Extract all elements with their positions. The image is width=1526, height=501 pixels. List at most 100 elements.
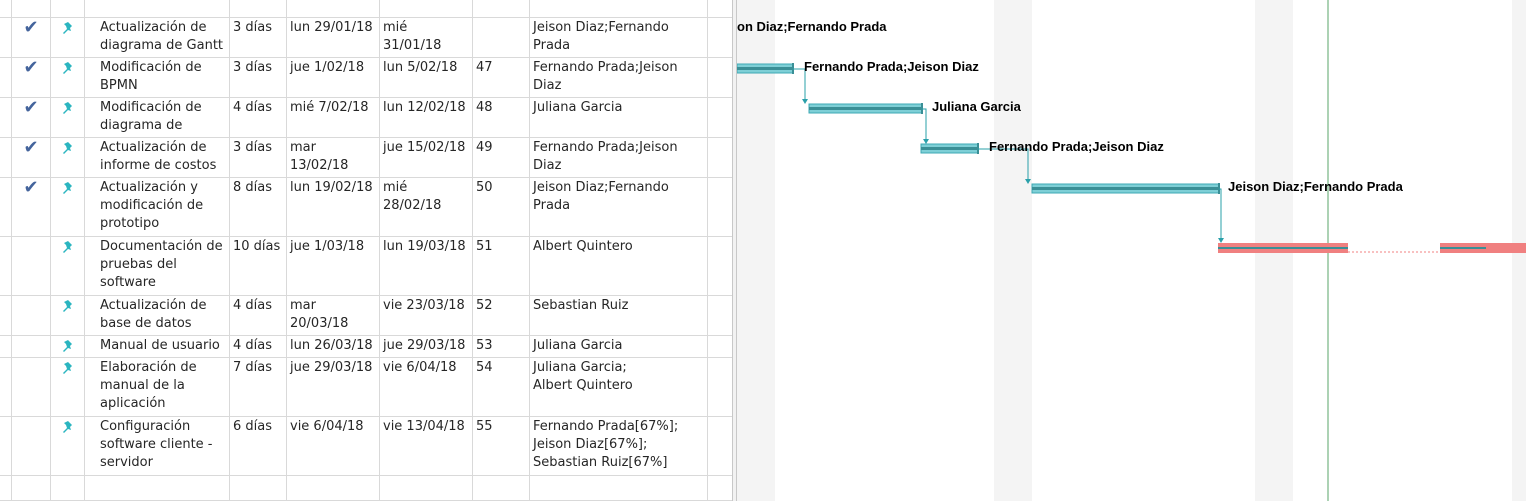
cell-start[interactable]: lun 29/01/18 bbox=[287, 18, 380, 57]
cell-start[interactable]: mar 13/02/18 bbox=[287, 138, 380, 177]
cell-duration[interactable]: 8 días bbox=[230, 178, 287, 236]
cell-name[interactable]: Actualización de informe de costos bbox=[85, 138, 230, 177]
cell-finish[interactable]: lun 19/03/18 bbox=[380, 237, 473, 295]
cell-finish[interactable]: lun 12/02/18 bbox=[380, 98, 473, 137]
cell-predecessors[interactable]: 52 bbox=[473, 296, 530, 335]
cell-predecessors[interactable] bbox=[473, 476, 530, 500]
cell-start[interactable]: vie 6/04/18 bbox=[287, 417, 380, 475]
cell-done[interactable]: ✔ bbox=[12, 18, 51, 57]
partial-row[interactable] bbox=[0, 0, 736, 18]
cell-done[interactable]: ✔ bbox=[12, 138, 51, 177]
cell-resources[interactable]: Fernando Prada[67%]; Jeison Diaz[67%]; S… bbox=[530, 417, 708, 475]
task-row[interactable]: ✔ Actualización de informe de costos 3 día… bbox=[0, 138, 736, 178]
cell-pinned[interactable] bbox=[51, 296, 85, 335]
cell-resources[interactable]: Jeison Diaz;Fernando Prada bbox=[530, 178, 708, 236]
cell-name[interactable]: Actualización y modificación de prototip… bbox=[85, 178, 230, 236]
cell-start[interactable] bbox=[287, 476, 380, 500]
cell-predecessors[interactable]: 47 bbox=[473, 58, 530, 97]
cell-resources[interactable] bbox=[530, 476, 708, 500]
cell-blank[interactable] bbox=[85, 0, 230, 17]
cell-resources[interactable]: Sebastian Ruiz bbox=[530, 296, 708, 335]
cell-done[interactable]: ✔ bbox=[12, 98, 51, 137]
cell-resources[interactable]: Juliana Garcia bbox=[530, 98, 708, 137]
cell-blank[interactable] bbox=[473, 0, 530, 17]
cell-duration[interactable]: 3 días bbox=[230, 58, 287, 97]
cell-finish[interactable]: vie 13/04/18 bbox=[380, 417, 473, 475]
cell-done[interactable]: ✔ bbox=[12, 178, 51, 236]
cell-pinned[interactable] bbox=[51, 358, 85, 416]
cell-name[interactable]: Configuración software cliente - servido… bbox=[85, 417, 230, 475]
cell-name[interactable] bbox=[85, 476, 230, 500]
task-row[interactable]: ✔ Modificación de BPMN 3 días jue 1/02/18 lu… bbox=[0, 58, 736, 98]
cell-start[interactable]: jue 29/03/18 bbox=[287, 358, 380, 416]
cell-finish[interactable]: vie 6/04/18 bbox=[380, 358, 473, 416]
cell-pinned[interactable] bbox=[51, 417, 85, 475]
cell-blank[interactable] bbox=[0, 237, 12, 295]
cell-blank[interactable] bbox=[12, 0, 51, 17]
cell-duration[interactable]: 6 días bbox=[230, 417, 287, 475]
cell-predecessors[interactable]: 54 bbox=[473, 358, 530, 416]
cell-blank[interactable] bbox=[287, 0, 380, 17]
cell-duration[interactable]: 7 días bbox=[230, 358, 287, 416]
task-row[interactable]: Documentación de pruebas del software 10 … bbox=[0, 237, 736, 296]
task-row[interactable]: ✔ Actualización de diagrama de Gantt 3 día… bbox=[0, 18, 736, 58]
cell-resources[interactable]: Fernando Prada;Jeison Diaz bbox=[530, 138, 708, 177]
cell-duration[interactable]: 3 días bbox=[230, 138, 287, 177]
cell-start[interactable]: jue 1/03/18 bbox=[287, 237, 380, 295]
cell-blank[interactable] bbox=[0, 476, 12, 500]
cell-blank[interactable] bbox=[530, 0, 708, 17]
cell-resources[interactable]: Juliana Garcia bbox=[530, 336, 708, 357]
cell-name[interactable]: Documentación de pruebas del software bbox=[85, 237, 230, 295]
cell-blank[interactable] bbox=[230, 0, 287, 17]
cell-pinned[interactable] bbox=[51, 18, 85, 57]
cell-resources[interactable]: Juliana Garcia; Albert Quintero bbox=[530, 358, 708, 416]
cell-pinned[interactable] bbox=[51, 476, 85, 500]
cell-predecessors[interactable]: 49 bbox=[473, 138, 530, 177]
cell-done[interactable] bbox=[12, 417, 51, 475]
task-row[interactable]: Manual de usuario 4 días lun 26/03/18 jue 2… bbox=[0, 336, 736, 358]
task-row[interactable]: ✔ Modificación de diagrama de clases 4 día… bbox=[0, 98, 736, 138]
cell-duration[interactable]: 10 días bbox=[230, 237, 287, 295]
cell-finish[interactable]: jue 15/02/18 bbox=[380, 138, 473, 177]
cell-finish[interactable]: jue 29/03/18 bbox=[380, 336, 473, 357]
cell-blank[interactable] bbox=[0, 417, 12, 475]
cell-blank[interactable] bbox=[380, 0, 473, 17]
cell-start[interactable]: lun 19/02/18 bbox=[287, 178, 380, 236]
cell-start[interactable]: mar 20/03/18 bbox=[287, 296, 380, 335]
cell-done[interactable] bbox=[12, 358, 51, 416]
cell-predecessors[interactable]: 51 bbox=[473, 237, 530, 295]
cell-duration[interactable]: 4 días bbox=[230, 336, 287, 357]
cell-resources[interactable]: Jeison Diaz;Fernando Prada bbox=[530, 18, 708, 57]
cell-duration[interactable] bbox=[230, 476, 287, 500]
cell-done[interactable] bbox=[12, 476, 51, 500]
empty-row[interactable] bbox=[0, 476, 736, 501]
cell-predecessors[interactable]: 53 bbox=[473, 336, 530, 357]
cell-blank[interactable] bbox=[0, 0, 12, 17]
cell-done[interactable] bbox=[12, 336, 51, 357]
cell-name[interactable]: Elaboración de manual de la aplicación bbox=[85, 358, 230, 416]
cell-start[interactable]: jue 1/02/18 bbox=[287, 58, 380, 97]
cell-pinned[interactable] bbox=[51, 237, 85, 295]
cell-duration[interactable]: 4 días bbox=[230, 98, 287, 137]
cell-done[interactable] bbox=[12, 296, 51, 335]
cell-pinned[interactable] bbox=[51, 58, 85, 97]
cell-start[interactable]: lun 26/03/18 bbox=[287, 336, 380, 357]
cell-pinned[interactable] bbox=[51, 138, 85, 177]
cell-finish[interactable]: mié 28/02/18 bbox=[380, 178, 473, 236]
cell-name[interactable]: Modificación de diagrama de clases bbox=[85, 98, 230, 137]
cell-blank[interactable] bbox=[0, 58, 12, 97]
cell-resources[interactable]: Fernando Prada;Jeison Diaz bbox=[530, 58, 708, 97]
cell-predecessors[interactable]: 48 bbox=[473, 98, 530, 137]
cell-finish[interactable]: lun 5/02/18 bbox=[380, 58, 473, 97]
cell-blank[interactable] bbox=[0, 336, 12, 357]
cell-blank[interactable] bbox=[0, 358, 12, 416]
cell-resources[interactable]: Albert Quintero bbox=[530, 237, 708, 295]
cell-done[interactable] bbox=[12, 237, 51, 295]
cell-duration[interactable]: 4 días bbox=[230, 296, 287, 335]
task-row[interactable]: ✔ Actualización y modificación de prototi… bbox=[0, 178, 736, 237]
cell-name[interactable]: Manual de usuario bbox=[85, 336, 230, 357]
cell-duration[interactable]: 3 días bbox=[230, 18, 287, 57]
cell-pinned[interactable] bbox=[51, 98, 85, 137]
cell-finish[interactable] bbox=[380, 476, 473, 500]
cell-blank[interactable] bbox=[0, 98, 12, 137]
